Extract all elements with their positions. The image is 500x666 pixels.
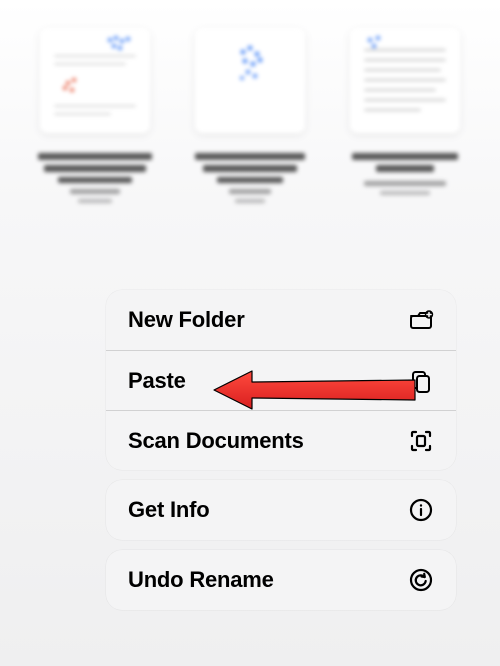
file-thumbnail-preview <box>350 28 460 133</box>
file-thumbnail <box>35 28 155 217</box>
scan-icon <box>408 428 434 454</box>
folder-add-icon <box>408 307 434 333</box>
file-thumbnail-preview <box>195 28 305 133</box>
menu-group: Undo Rename <box>106 550 456 610</box>
context-menu: New Folder Paste Scan Docum <box>106 290 456 620</box>
menu-item-scan-documents[interactable]: Scan Documents <box>106 410 456 470</box>
menu-group: Get Info <box>106 480 456 540</box>
file-thumbnail-preview <box>40 28 150 133</box>
menu-item-paste[interactable]: Paste <box>106 350 456 410</box>
menu-item-undo-rename[interactable]: Undo Rename <box>106 550 456 610</box>
menu-item-label: New Folder <box>128 307 245 333</box>
file-thumbnail-label <box>185 147 315 217</box>
menu-group: New Folder Paste Scan Docum <box>106 290 456 470</box>
file-thumbnail <box>345 28 465 217</box>
file-grid <box>0 0 500 217</box>
clipboard-icon <box>408 368 434 394</box>
info-icon <box>408 497 434 523</box>
file-thumbnail <box>190 28 310 217</box>
file-thumbnail-label <box>30 147 160 217</box>
menu-item-new-folder[interactable]: New Folder <box>106 290 456 350</box>
undo-icon <box>408 567 434 593</box>
menu-item-label: Get Info <box>128 497 210 523</box>
menu-item-label: Undo Rename <box>128 567 274 593</box>
menu-item-label: Paste <box>128 368 186 394</box>
file-thumbnail-label <box>340 147 470 217</box>
menu-item-get-info[interactable]: Get Info <box>106 480 456 540</box>
menu-item-label: Scan Documents <box>128 428 304 454</box>
